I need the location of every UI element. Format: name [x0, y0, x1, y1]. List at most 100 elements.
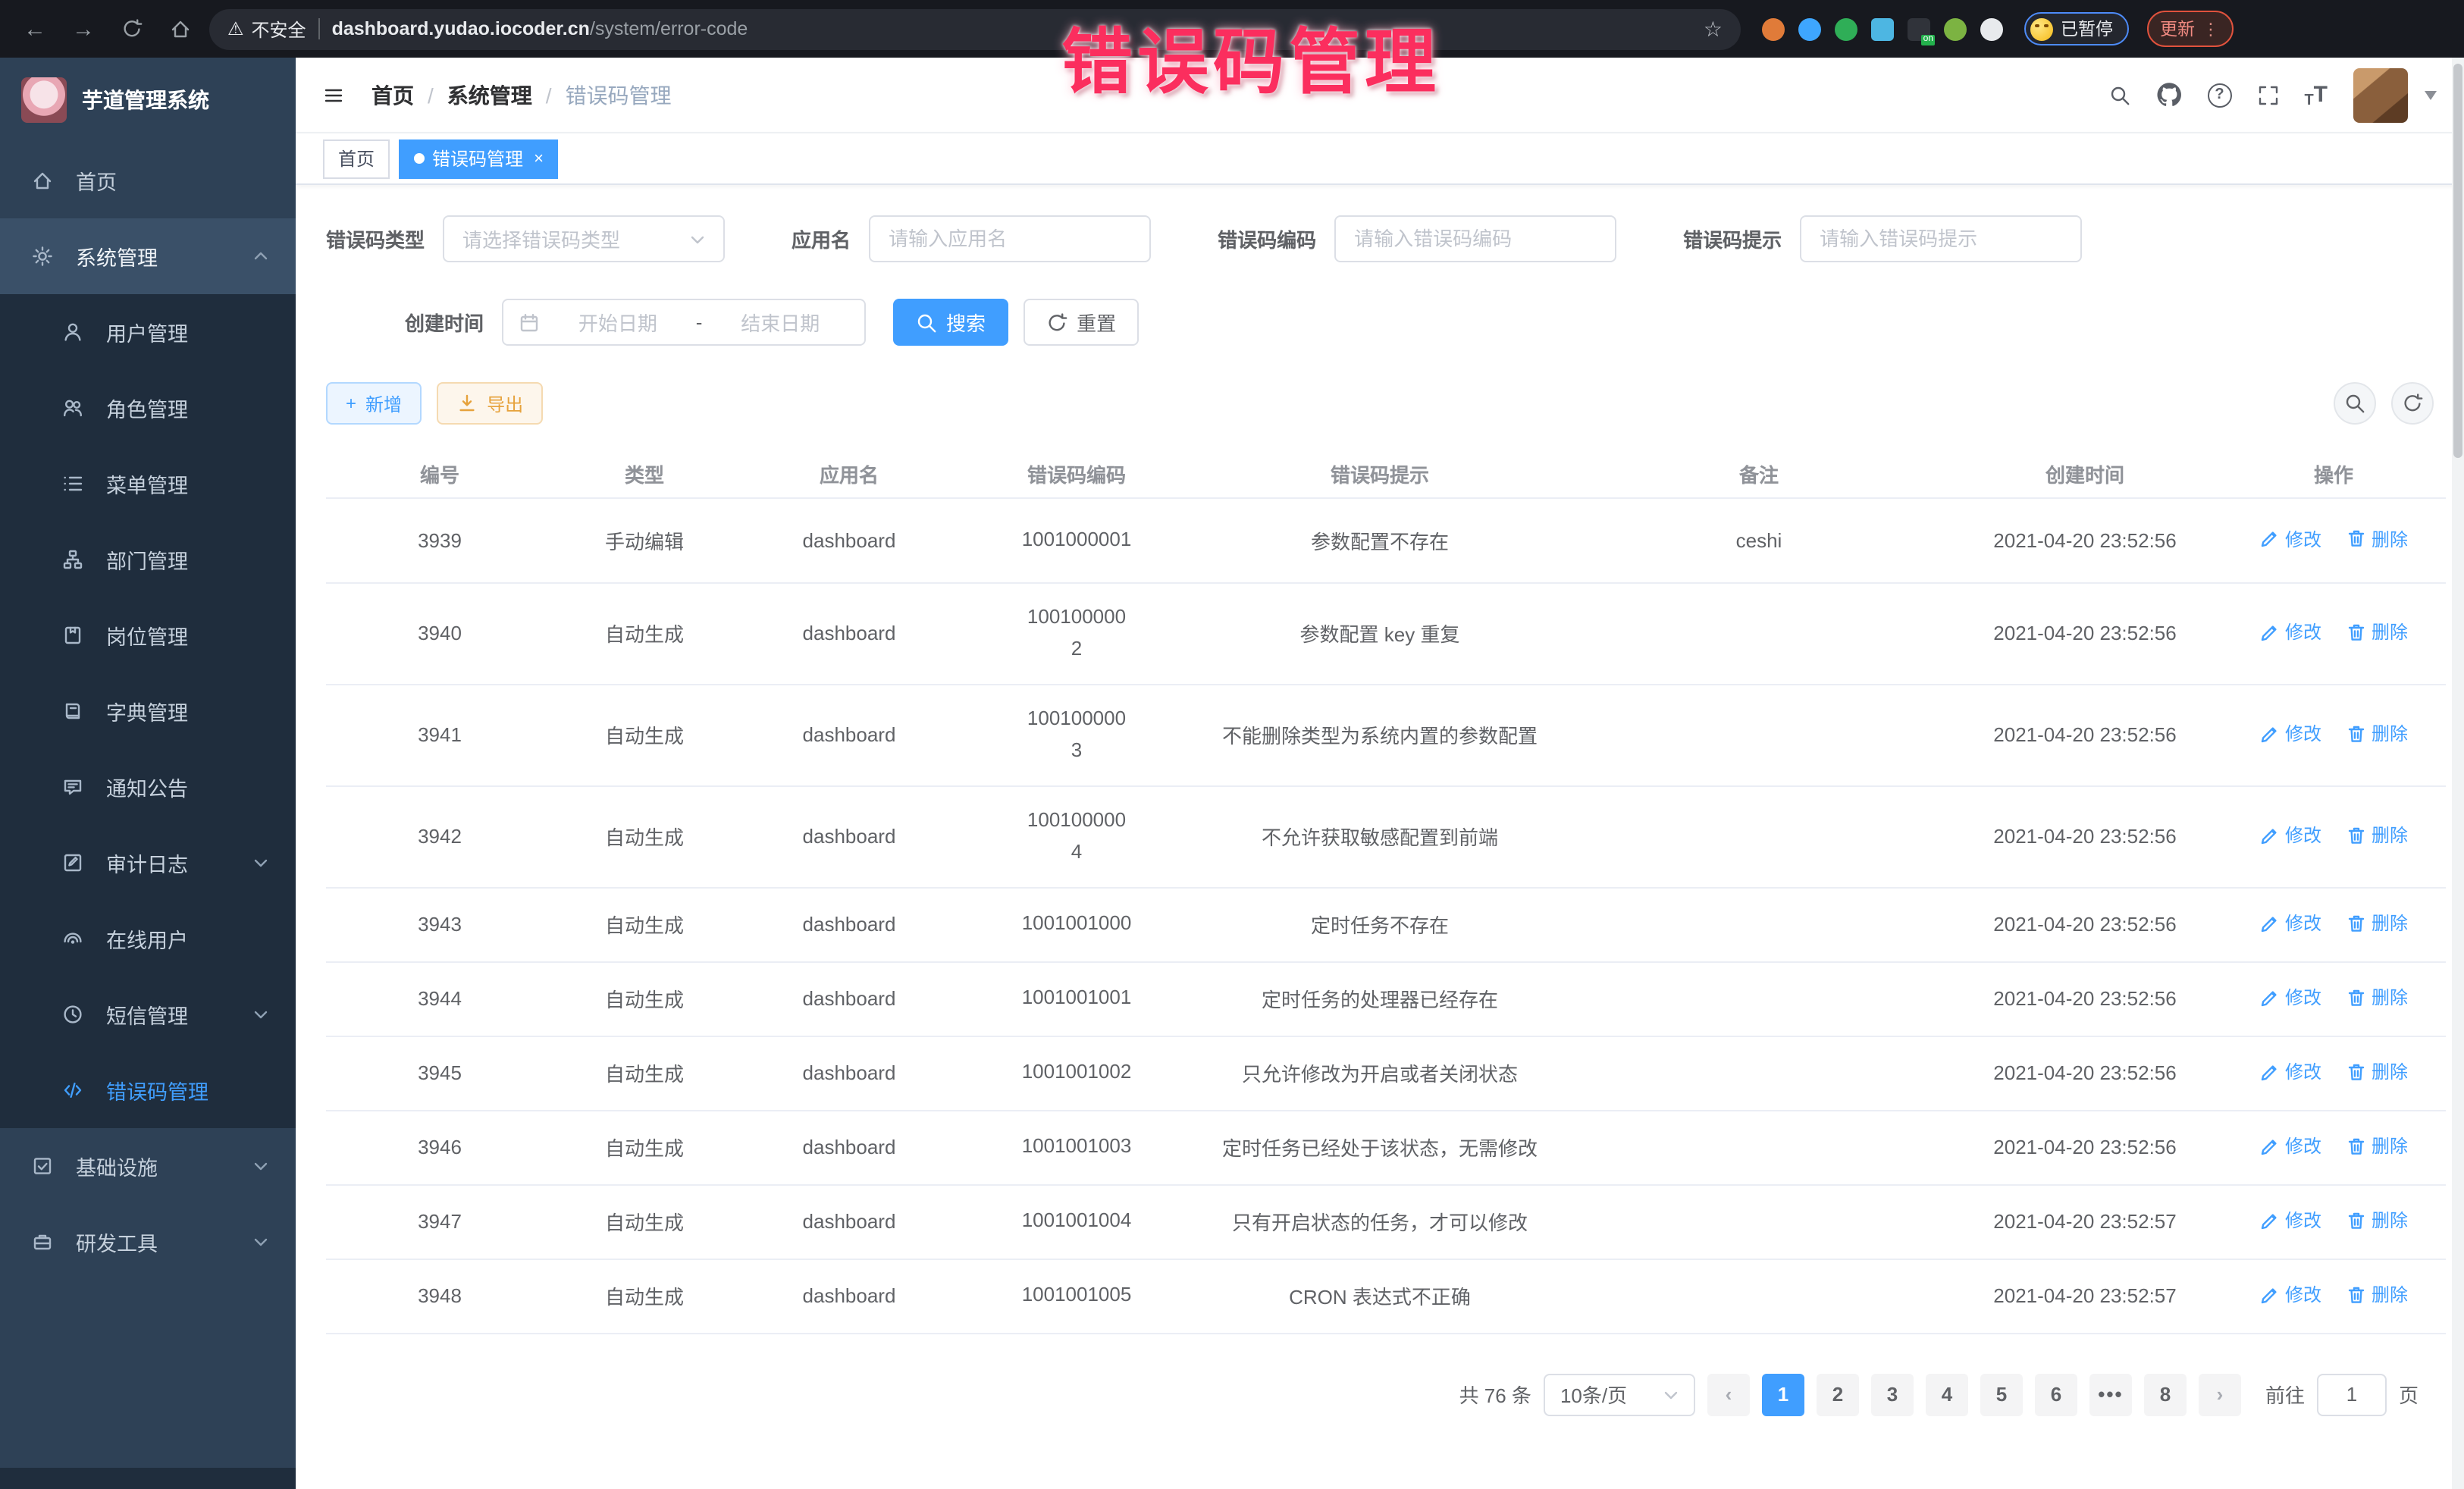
search-icon[interactable]: [2108, 84, 2130, 105]
page-button-6[interactable]: 6: [2035, 1373, 2077, 1415]
goto-page-input[interactable]: [2317, 1373, 2387, 1415]
browser-update-button[interactable]: 更新 ⋮: [2146, 11, 2233, 47]
tree-icon: [61, 549, 85, 570]
font-size-icon[interactable]: [2304, 81, 2328, 108]
sidebar-item-role-management[interactable]: 角色管理: [0, 370, 296, 446]
toggle-search-button[interactable]: [2334, 382, 2376, 425]
page-button-4[interactable]: 4: [1926, 1373, 1968, 1415]
edit-link[interactable]: 修改: [2259, 911, 2321, 936]
collapse-sidebar-icon[interactable]: [323, 84, 344, 105]
github-icon[interactable]: [2155, 82, 2181, 108]
cell-time: 2021-04-20 23:52:56: [1948, 961, 2221, 1036]
delete-link[interactable]: 删除: [2346, 911, 2408, 936]
fullscreen-icon[interactable]: [2257, 84, 2278, 105]
browser-forward-icon[interactable]: →: [64, 9, 103, 49]
date-range-picker[interactable]: 开始日期 - 结束日期: [502, 299, 866, 346]
edit-link[interactable]: 修改: [2259, 823, 2321, 848]
delete-link[interactable]: 删除: [2346, 721, 2408, 747]
bookmark-star-icon[interactable]: ☆: [1704, 16, 1723, 42]
edit-link[interactable]: 修改: [2259, 619, 2321, 645]
scrollbar-thumb[interactable]: [2453, 64, 2462, 458]
breadcrumb-system[interactable]: 系统管理: [447, 80, 532, 110]
sidebar-item-post-management[interactable]: 岗位管理: [0, 597, 296, 673]
delete-link[interactable]: 删除: [2346, 526, 2408, 552]
app-logo-row[interactable]: 芋道管理系统: [0, 58, 296, 143]
edit-link[interactable]: 修改: [2259, 1059, 2321, 1085]
sidebar-item-dict-management[interactable]: 字典管理: [0, 673, 296, 749]
extension-green-check-icon[interactable]: [1835, 17, 1857, 40]
tag-active[interactable]: 错误码管理×: [399, 139, 559, 178]
docs-help-icon[interactable]: [2207, 83, 2231, 107]
page-button-1[interactable]: 1: [1762, 1373, 1804, 1415]
error-type-select[interactable]: 请选择错误码类型: [443, 215, 725, 262]
close-tag-icon[interactable]: ×: [534, 149, 544, 168]
extension-orange-icon[interactable]: [1762, 17, 1785, 40]
page-size-select[interactable]: 10条/页: [1544, 1373, 1695, 1415]
error-hint-input[interactable]: [1800, 215, 2082, 262]
search-button[interactable]: 搜索: [893, 299, 1008, 346]
download-icon: [456, 393, 478, 414]
browser-back-icon[interactable]: ←: [15, 9, 55, 49]
edit-link[interactable]: 修改: [2259, 526, 2321, 552]
sidebar-item-system-management[interactable]: 系统管理: [0, 218, 296, 294]
delete-link[interactable]: 删除: [2346, 619, 2408, 645]
sidebar-item-error-code[interactable]: 错误码管理: [0, 1052, 296, 1128]
security-chip[interactable]: ⚠ 不安全: [227, 16, 306, 42]
cell-hint: 不能删除类型为系统内置的参数配置: [1190, 684, 1569, 785]
delete-icon: [2346, 913, 2367, 934]
delete-link[interactable]: 删除: [2346, 1059, 2408, 1085]
sidebar-item-dev-tools[interactable]: 研发工具: [0, 1204, 296, 1280]
browser-menu-icon[interactable]: ⋮: [2202, 19, 2219, 39]
browser-home-icon[interactable]: [161, 9, 200, 49]
next-page-button[interactable]: ›: [2199, 1373, 2241, 1415]
delete-link[interactable]: 删除: [2346, 1133, 2408, 1159]
user-avatar[interactable]: [2353, 67, 2408, 122]
browser-reload-icon[interactable]: [112, 9, 152, 49]
breadcrumb-current: 错误码管理: [566, 80, 672, 110]
sidebar-item-online-users[interactable]: 在线用户: [0, 901, 296, 976]
edit-link[interactable]: 修改: [2259, 1282, 2321, 1308]
page-button-2[interactable]: 2: [1817, 1373, 1859, 1415]
edit-link[interactable]: 修改: [2259, 1208, 2321, 1234]
extension-green-key-icon[interactable]: [1944, 17, 1967, 40]
sidebar-item-notice[interactable]: 通知公告: [0, 749, 296, 825]
app-name-input[interactable]: [869, 215, 1151, 262]
avatar-caret-icon[interactable]: [2425, 90, 2437, 99]
sidebar-item-home[interactable]: 首页: [0, 143, 296, 218]
error-code-input[interactable]: [1334, 215, 1616, 262]
sidebar-item-dept-management[interactable]: 部门管理: [0, 522, 296, 597]
breadcrumb-home[interactable]: 首页: [371, 80, 414, 110]
extension-blue-grid-icon[interactable]: [1871, 17, 1894, 40]
extension-blue-drop-icon[interactable]: [1798, 17, 1821, 40]
sidebar-item-user-management[interactable]: 用户管理: [0, 294, 296, 370]
tag-item[interactable]: 首页: [323, 139, 390, 178]
page-button-5[interactable]: 5: [1980, 1373, 2023, 1415]
cell-actions: 修改删除: [2221, 1036, 2446, 1110]
cell-app: dashboard: [735, 961, 963, 1036]
delete-link[interactable]: 删除: [2346, 823, 2408, 848]
sidebar-item-infrastructure[interactable]: 基础设施: [0, 1128, 296, 1204]
delete-link[interactable]: 删除: [2346, 985, 2408, 1011]
prev-page-button[interactable]: ‹: [1707, 1373, 1750, 1415]
page-button-8[interactable]: 8: [2144, 1373, 2187, 1415]
sidebar-item-menu-management[interactable]: 菜单管理: [0, 446, 296, 522]
add-button[interactable]: + 新增: [326, 382, 422, 425]
profile-paused-badge[interactable]: 已暂停: [2024, 12, 2128, 45]
sidebar-item-audit-log[interactable]: 审计日志: [0, 825, 296, 901]
delete-link[interactable]: 删除: [2346, 1208, 2408, 1234]
page-button-3[interactable]: 3: [1871, 1373, 1914, 1415]
address-bar[interactable]: ⚠ 不安全 dashboard.yudao.iocoder.cn/system/…: [209, 8, 1741, 49]
extension-puzzle-icon[interactable]: [1980, 17, 2003, 40]
refresh-table-button[interactable]: [2391, 382, 2434, 425]
extension-tampermonkey-icon[interactable]: on: [1908, 17, 1930, 40]
export-button[interactable]: 导出: [437, 382, 543, 425]
reset-button[interactable]: 重置: [1024, 299, 1139, 346]
sidebar-item-sms-management[interactable]: 短信管理: [0, 976, 296, 1052]
delete-link[interactable]: 删除: [2346, 1282, 2408, 1308]
page-scrollbar[interactable]: [2452, 58, 2464, 1489]
edit-link[interactable]: 修改: [2259, 1133, 2321, 1159]
page-ellipsis[interactable]: •••: [2089, 1373, 2132, 1415]
edit-link[interactable]: 修改: [2259, 721, 2321, 747]
edit-link[interactable]: 修改: [2259, 985, 2321, 1011]
calendar-icon: [519, 312, 540, 333]
